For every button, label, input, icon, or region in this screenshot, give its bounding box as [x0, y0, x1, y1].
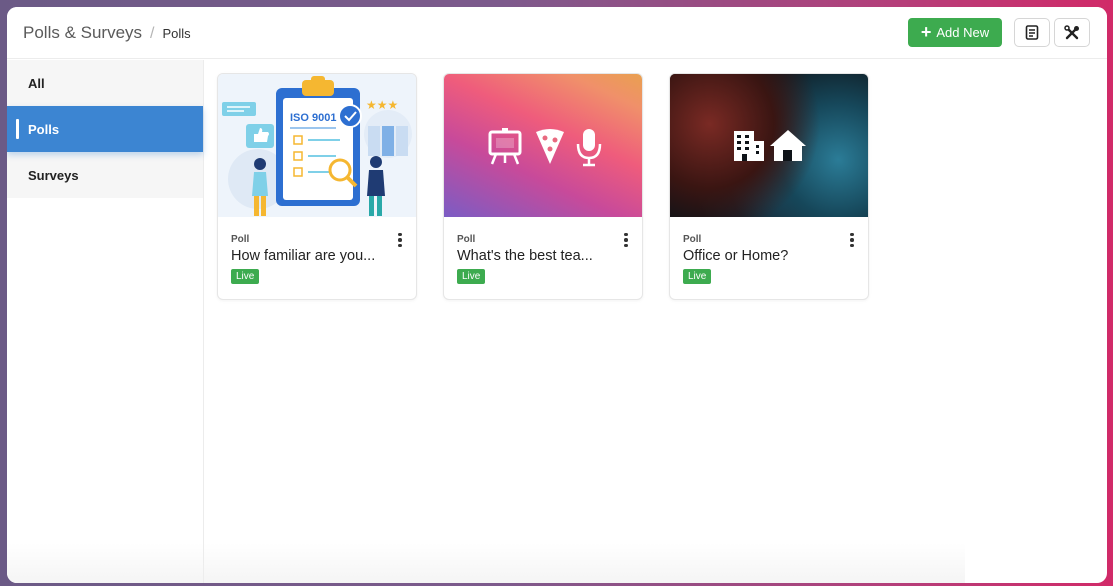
card-body: Poll What's the best tea... Live [457, 234, 632, 284]
plus-icon: + [920, 21, 932, 42]
iso-9001-illustration: ISO 9001 ★★★ [218, 74, 416, 217]
more-options-icon[interactable] [619, 231, 633, 249]
svg-text:★★★: ★★★ [366, 98, 398, 112]
report-button[interactable] [1014, 18, 1050, 47]
poll-card[interactable]: ISO 9001 ★★★ Poll How familiar are you..… [217, 73, 417, 300]
home-icon [770, 130, 806, 161]
sidebar-item-surveys[interactable]: Surveys [7, 152, 203, 198]
dark-blurred-thumbnail [670, 74, 868, 217]
sidebar-item-polls[interactable]: Polls [7, 106, 203, 152]
pizza-icon [536, 129, 564, 164]
iso-text: ISO 9001 [290, 112, 336, 124]
add-new-label: Add New [936, 25, 990, 40]
sidebar-menu: All Polls Surveys [7, 60, 203, 198]
add-new-button[interactable]: + Add New [908, 18, 1002, 47]
card-body: Poll How familiar are you... Live [231, 234, 406, 284]
gradient-thumbnail [444, 74, 642, 217]
tools-icon [1064, 24, 1079, 39]
building-icon [734, 131, 764, 161]
settings-tools-button[interactable] [1054, 18, 1090, 47]
app-window: Polls & Surveys / Polls + Add New All Po… [7, 7, 1107, 583]
microphone-icon [576, 129, 602, 167]
breadcrumb-current: Polls [162, 26, 191, 41]
presentation-board-icon [488, 128, 522, 165]
sidebar-item-label: All [28, 75, 45, 91]
card-body: Poll Office or Home? Live [683, 234, 858, 284]
card-title: What's the best tea... [457, 248, 593, 264]
sidebar: All Polls Surveys [7, 60, 204, 583]
sidebar-item-label: Polls [28, 121, 60, 137]
sidebar-item-label: Surveys [28, 167, 79, 183]
card-type: Poll [457, 234, 476, 245]
poll-card[interactable]: Poll What's the best tea... Live [443, 73, 643, 300]
status-badge: Live [683, 269, 712, 284]
more-options-icon[interactable] [845, 231, 859, 249]
card-type: Poll [231, 234, 250, 245]
status-badge: Live [231, 269, 260, 284]
breadcrumb-root[interactable]: Polls & Surveys [23, 23, 142, 43]
card-type: Poll [683, 234, 702, 245]
status-badge: Live [457, 269, 486, 284]
page-header: Polls & Surveys / Polls + Add New [7, 7, 1107, 59]
card-title: Office or Home? [683, 248, 789, 264]
poll-card[interactable]: Poll Office or Home? Live [669, 73, 869, 300]
card-title: How familiar are you... [231, 248, 376, 264]
breadcrumb-separator: / [150, 25, 155, 42]
breadcrumb: Polls & Surveys / Polls [23, 23, 191, 43]
sidebar-item-all[interactable]: All [7, 60, 203, 106]
more-options-icon[interactable] [393, 231, 407, 249]
report-icon [1025, 25, 1039, 40]
